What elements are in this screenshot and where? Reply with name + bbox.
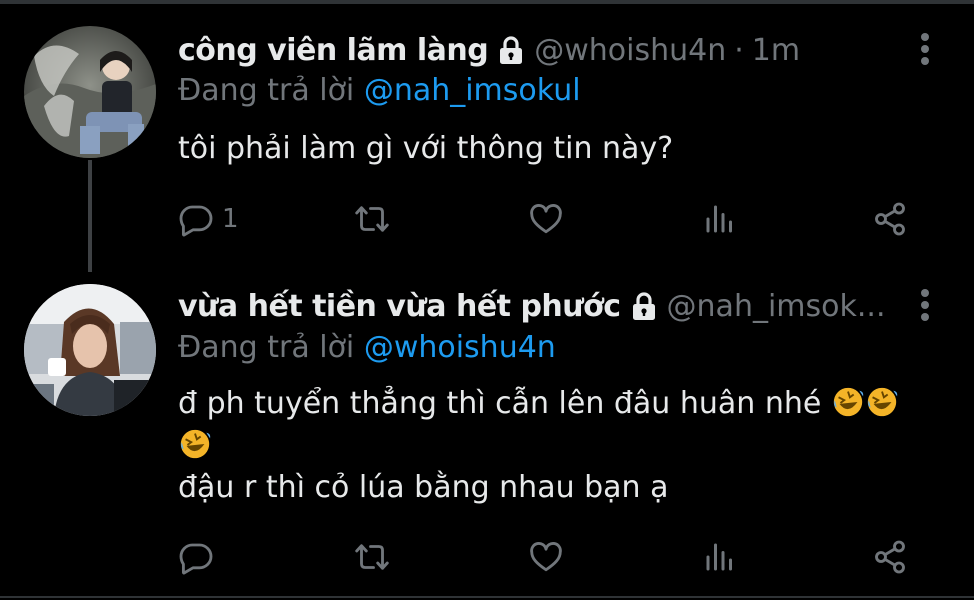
display-name[interactable]: công viên lãm làng (178, 33, 489, 68)
replying-to-handle-link[interactable]: @nah_imsokul (364, 73, 581, 108)
tweet-text: tôi phải làm gì với thông tin này? (178, 128, 938, 170)
like-icon (530, 542, 562, 572)
action-bar (178, 535, 938, 579)
lock-icon (500, 36, 523, 64)
like-icon (530, 204, 562, 234)
more-options-icon[interactable] (920, 32, 930, 66)
share-icon (875, 202, 905, 236)
like-button[interactable] (528, 535, 564, 579)
retweet-icon (355, 544, 389, 570)
tweet-text-line-1-text: đ ph tuyển thẳng thì cẫn lên đâu huân nh… (178, 386, 822, 421)
stats-icon (706, 205, 732, 233)
tweet-text-line: tôi phải làm gì với thông tin này? (178, 131, 674, 166)
tweet-text-line-3: đậu r thì cỏ lúa bằng nhau bạn ạ (178, 470, 669, 505)
retweet-button[interactable] (354, 535, 390, 579)
share-button[interactable] (872, 535, 908, 579)
share-button[interactable] (872, 197, 908, 241)
rolling-on-floor-laughing-emoji (178, 428, 212, 463)
action-bar: 1 (178, 197, 938, 241)
avatar-whoishu4n[interactable] (24, 26, 156, 158)
thread-connector-line (88, 160, 92, 272)
lock-icon (632, 292, 655, 320)
tweet-2[interactable]: vừa hết tiền vừa hết phước @nah_imsok...… (0, 270, 974, 600)
more-options-icon[interactable] (920, 288, 930, 322)
display-name[interactable]: vừa hết tiền vừa hết phước (178, 289, 621, 324)
timestamp[interactable]: 1m (752, 33, 800, 68)
replying-to-label: Đang trả lời (178, 330, 355, 365)
share-icon (875, 540, 905, 574)
tweet-text-line-1: đ ph tuyển thẳng thì cẫn lên đâu huân nh… (178, 383, 938, 425)
avatar-nah-imsokul[interactable] (24, 284, 156, 416)
view-stats-button[interactable] (702, 535, 738, 579)
replying-to-handle-link[interactable]: @whoishu4n (364, 330, 556, 365)
view-stats-button[interactable] (702, 197, 738, 241)
separator: · (734, 32, 744, 68)
replying-to-label: Đang trả lời (178, 73, 355, 108)
stats-icon (706, 543, 732, 571)
bottom-divider (0, 596, 974, 598)
retweet-icon (355, 206, 389, 232)
reply-icon (179, 205, 213, 237)
reply-icon (179, 543, 213, 575)
like-button[interactable] (528, 197, 564, 241)
retweet-button[interactable] (354, 197, 390, 241)
rolling-on-floor-laughing-emoji (831, 386, 899, 421)
replying-to: Đang trả lời @whoishu4n (178, 330, 556, 370)
reply-button[interactable]: 1 (178, 197, 239, 241)
handle[interactable]: @whoishu4n (534, 33, 726, 68)
reply-count: 1 (222, 204, 239, 234)
tweet-header: vừa hết tiền vừa hết phước @nah_imsok... (178, 284, 904, 328)
reply-button[interactable] (178, 535, 214, 579)
tweet-text: đ ph tuyển thẳng thì cẫn lên đâu huân nh… (178, 383, 938, 509)
handle[interactable]: @nah_imsok... (667, 289, 886, 324)
tweet-header: công viên lãm làng @whoishu4n · 1m (178, 28, 904, 72)
replying-to: Đang trả lời @nah_imsokul (178, 73, 581, 113)
tweet-text-line-2 (178, 425, 938, 467)
tweet-1[interactable]: công viên lãm làng @whoishu4n · 1m Đang … (0, 0, 974, 272)
